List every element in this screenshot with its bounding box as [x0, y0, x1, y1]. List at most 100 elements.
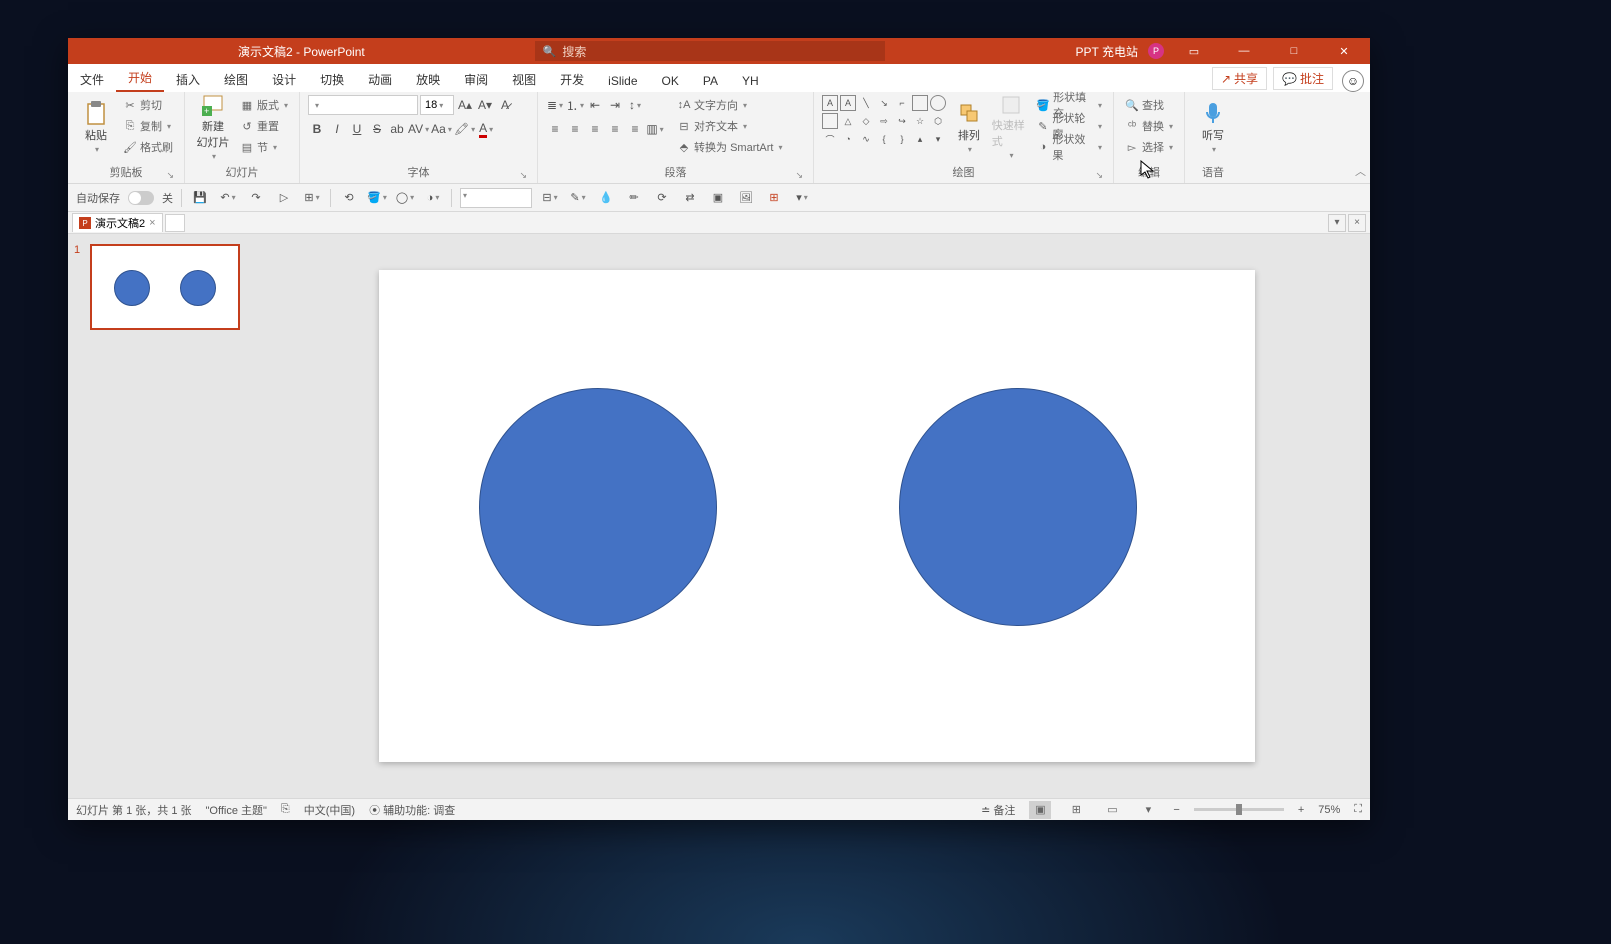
rotate-tool-icon[interactable]: ⟳ — [652, 188, 672, 208]
shape-arrow-line-icon[interactable]: ↘ — [876, 95, 892, 111]
spellcheck-icon[interactable]: ⎘ — [281, 803, 290, 816]
reading-view-icon[interactable]: ▭ — [1101, 801, 1123, 819]
tab-view[interactable]: 视图 — [500, 67, 548, 92]
shape-arrow-turn-icon[interactable]: ↪ — [894, 113, 910, 129]
shape-arc-icon[interactable]: ⌒ — [822, 131, 838, 147]
eyedropper-icon[interactable]: 💧 — [596, 188, 616, 208]
shape-hex-icon[interactable]: ⬡ — [930, 113, 946, 129]
tab-islide[interactable]: iSlide — [596, 70, 649, 92]
tab-slideshow[interactable]: 放映 — [404, 67, 452, 92]
image-tool-icon[interactable]: 🖼 — [736, 188, 756, 208]
quick-styles-button[interactable]: 快速样式 — [992, 95, 1030, 159]
qat-tool1-icon[interactable]: ⊞ — [302, 188, 322, 208]
crop-icon[interactable]: ⟲ — [339, 188, 359, 208]
arrange-button[interactable]: 排列 — [950, 95, 988, 159]
paragraph-launcher-icon[interactable]: ↘ — [795, 170, 803, 181]
ribbon-display-options-icon[interactable]: ▭ — [1174, 38, 1214, 64]
justify-button[interactable]: ≡ — [606, 119, 624, 139]
normal-view-icon[interactable]: ▣ — [1029, 801, 1051, 819]
font-color-button[interactable]: A — [477, 119, 495, 139]
shape-arrow-r-icon[interactable]: ⇨ — [876, 113, 892, 129]
line-spacing-button[interactable]: ↕ — [626, 95, 644, 115]
dictate-button[interactable]: 听写 — [1193, 95, 1233, 159]
doctab-close-all-icon[interactable]: × — [1348, 214, 1366, 232]
width-tool-icon[interactable]: ⊟ — [540, 188, 560, 208]
flip-tool-icon[interactable]: ⇄ — [680, 188, 700, 208]
minimize-button[interactable]: — — [1224, 38, 1264, 64]
shape-diamond-icon[interactable]: ◇ — [858, 113, 874, 129]
effects-tool-icon[interactable]: ◑ — [423, 188, 443, 208]
tab-yh[interactable]: YH — [730, 70, 771, 92]
paste-button[interactable]: 粘贴 — [76, 95, 116, 159]
highlight-color-button[interactable]: 🖍 — [454, 119, 475, 139]
increase-font-icon[interactable]: A▴ — [456, 95, 474, 115]
outline-tool-icon[interactable]: ✎ — [568, 188, 588, 208]
shape-connector-icon[interactable]: ⌐ — [894, 95, 910, 111]
align-right-button[interactable]: ≡ — [586, 119, 604, 139]
shape-line-icon[interactable]: ╲ — [858, 95, 874, 111]
find-button[interactable]: 🔍查找 — [1122, 95, 1176, 115]
user-avatar[interactable]: P — [1148, 43, 1164, 59]
shape-triangle-icon[interactable]: △ — [840, 113, 856, 129]
doctab-dropdown-icon[interactable]: ▾ — [1328, 214, 1346, 232]
clipboard-launcher-icon[interactable]: ↘ — [166, 170, 174, 181]
numbering-button[interactable]: ⒈ — [566, 95, 584, 115]
close-button[interactable]: ✕ — [1324, 38, 1364, 64]
fill-tool-icon[interactable]: 🪣 — [367, 188, 387, 208]
autosave-toggle[interactable] — [128, 191, 154, 205]
tab-review[interactable]: 审阅 — [452, 67, 500, 92]
document-tab[interactable]: P 演示文稿2 × — [72, 213, 163, 232]
drawing-launcher-icon[interactable]: ↘ — [1095, 170, 1103, 181]
font-family-combo[interactable] — [308, 95, 418, 115]
replace-button[interactable]: ᶜᵇ替换 — [1122, 116, 1176, 136]
tab-transitions[interactable]: 切换 — [308, 67, 356, 92]
tab-design[interactable]: 设计 — [260, 67, 308, 92]
collapse-ribbon-icon[interactable]: ︿ — [1355, 163, 1366, 179]
cut-button[interactable]: ✂剪切 — [120, 95, 176, 115]
tab-ok[interactable]: OK — [650, 70, 691, 92]
bullets-button[interactable]: ≣ — [546, 95, 564, 115]
text-direction-button[interactable]: ↕A文字方向 — [674, 95, 785, 115]
convert-smartart-button[interactable]: ⬘转换为 SmartArt — [674, 137, 785, 157]
align-center-button[interactable]: ≡ — [566, 119, 584, 139]
qat-customize-icon[interactable]: ▾ — [792, 188, 812, 208]
slide-canvas-area[interactable] — [264, 234, 1370, 798]
align-left-button[interactable]: ≡ — [546, 119, 564, 139]
tab-insert[interactable]: 插入 — [164, 67, 212, 92]
shape-effects-button[interactable]: ◑形状效果 — [1033, 137, 1105, 157]
shape-pie-icon[interactable]: ◔ — [840, 131, 856, 147]
slide-thumbnail-1[interactable] — [90, 244, 240, 330]
text-shadow-button[interactable]: ab — [388, 119, 406, 139]
char-spacing-button[interactable]: AV — [408, 119, 429, 139]
font-launcher-icon[interactable]: ↘ — [519, 170, 527, 181]
tab-file[interactable]: 文件 — [68, 67, 116, 92]
distribute-button[interactable]: ≡ — [626, 119, 644, 139]
section-button[interactable]: ▤节 — [237, 137, 291, 157]
clear-format-icon[interactable]: A̷ — [496, 95, 514, 115]
new-doc-tab-button[interactable] — [165, 214, 185, 232]
new-slide-button[interactable]: + 新建 幻灯片 — [193, 95, 233, 159]
share-button[interactable]: ↗ 共享 — [1212, 67, 1267, 90]
tab-home[interactable]: 开始 — [116, 65, 164, 92]
decrease-indent-button[interactable]: ⇤ — [586, 95, 604, 115]
underline-button[interactable]: U — [348, 119, 366, 139]
copy-button[interactable]: ⎘复制 — [120, 116, 176, 136]
redo-icon[interactable]: ↷ — [246, 188, 266, 208]
italic-button[interactable]: I — [328, 119, 346, 139]
shape-more-up-icon[interactable]: ▴ — [912, 131, 928, 147]
tab-animations[interactable]: 动画 — [356, 67, 404, 92]
columns-button[interactable]: ▥ — [646, 119, 664, 139]
shape-more-icon[interactable]: ▾ — [930, 131, 946, 147]
shape-oval-2[interactable] — [899, 388, 1137, 626]
slideshow-view-icon[interactable]: ▾ — [1137, 801, 1159, 819]
shape-tool-icon[interactable]: ◯ — [395, 188, 415, 208]
start-slideshow-icon[interactable]: ▷ — [274, 188, 294, 208]
bold-button[interactable]: B — [308, 119, 326, 139]
shape-brace-l-icon[interactable]: { — [876, 131, 892, 147]
format-painter-button[interactable]: 🖌格式刷 — [120, 137, 176, 157]
comments-button[interactable]: 💬 批注 — [1273, 67, 1333, 90]
zoom-level[interactable]: 75% — [1318, 804, 1340, 816]
strikethrough-button[interactable]: S — [368, 119, 386, 139]
language-label[interactable]: 中文(中国) — [304, 802, 355, 818]
office-addin-icon[interactable]: ⊞ — [764, 188, 784, 208]
